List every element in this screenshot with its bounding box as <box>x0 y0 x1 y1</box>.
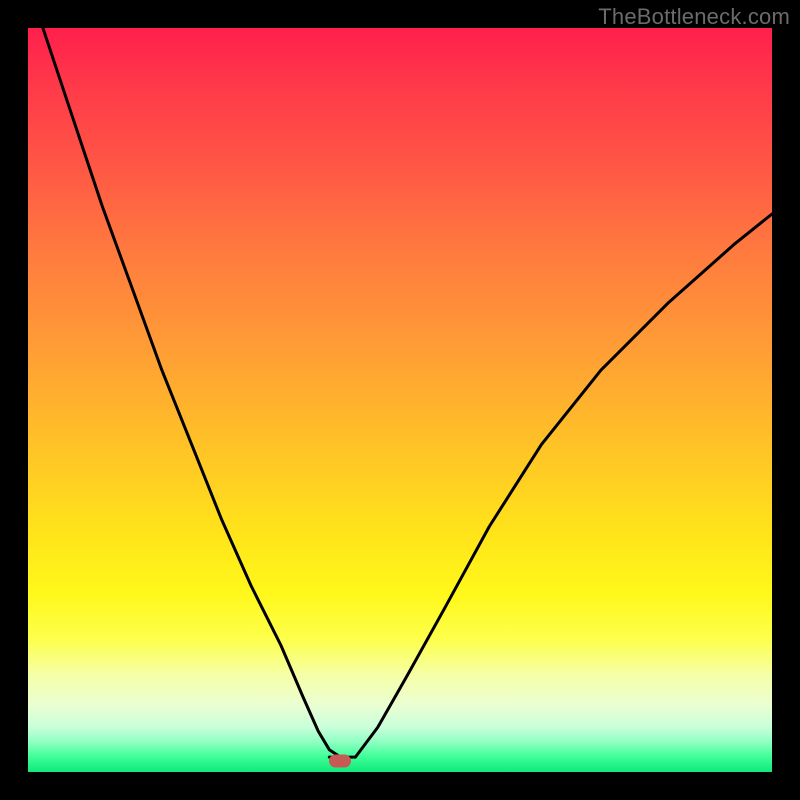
chart-frame: TheBottleneck.com <box>0 0 800 800</box>
bottleneck-curve <box>28 28 772 772</box>
plot-area <box>28 28 772 772</box>
optimum-marker <box>329 754 351 767</box>
watermark-text: TheBottleneck.com <box>598 4 790 30</box>
